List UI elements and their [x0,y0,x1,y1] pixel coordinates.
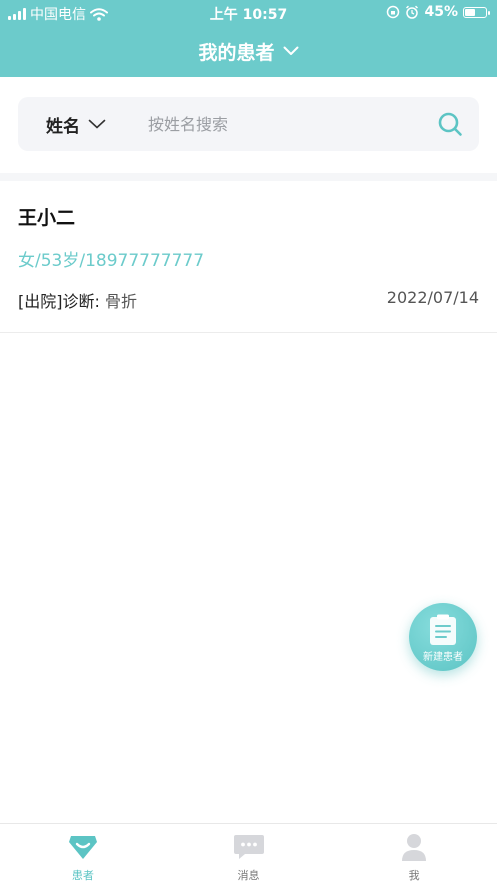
tab-patients[interactable]: 患者 [0,824,166,883]
search-input[interactable] [148,109,428,139]
chevron-down-icon [88,119,106,129]
alarm-icon [406,5,419,19]
search-field-select[interactable]: 姓名 [46,97,106,151]
patient-card[interactable]: 王小二 女/53岁/18977777777 [出院]诊断: 骨折 2022/07… [0,181,497,333]
page-title: 我的患者 [198,41,275,64]
tab-patients-label: 患者 [71,869,94,882]
message-icon [233,835,264,859]
header: 中国电信 上午 10:57 45% 我的患者 [0,0,497,77]
status-bar: 中国电信 上午 10:57 45% [0,0,497,24]
battery-fill [465,8,475,16]
new-patient-button[interactable]: 新建患者 [409,603,477,671]
patient-date: 2022/07/14 [386,288,479,307]
tab-messages-label: 消息 [237,869,260,882]
tab-bar: 患者 消息 我 [0,823,497,883]
user-icon [402,834,427,861]
patient-info: 女/53岁/18977777777 [18,251,205,271]
new-patient-label: 新建患者 [423,652,463,663]
patient-diagnosis: [出院]诊断: 骨折 [18,288,137,312]
clipboard-icon [430,614,456,645]
battery-percent: 45% [424,4,458,20]
tab-me[interactable]: 我 [331,824,497,883]
diagnosis-value: 骨折 [104,292,137,311]
tab-me-label: 我 [408,869,420,882]
search-section: 姓名 [0,77,497,175]
status-right: 45% [386,4,490,20]
tab-messages[interactable]: 消息 [166,824,332,883]
patient-name: 王小二 [18,207,76,229]
search-icon[interactable] [437,111,463,137]
title-dropdown[interactable]: 我的患者 [0,36,497,66]
chevron-down-icon [283,46,298,55]
diagnosis-label: [出院]诊断: [18,292,100,311]
search-box: 姓名 [18,97,479,151]
search-field-label: 姓名 [46,116,80,137]
lock-rotation-icon [387,5,400,19]
battery-icon [463,6,490,18]
section-divider [0,173,497,181]
patient-icon [68,836,97,859]
